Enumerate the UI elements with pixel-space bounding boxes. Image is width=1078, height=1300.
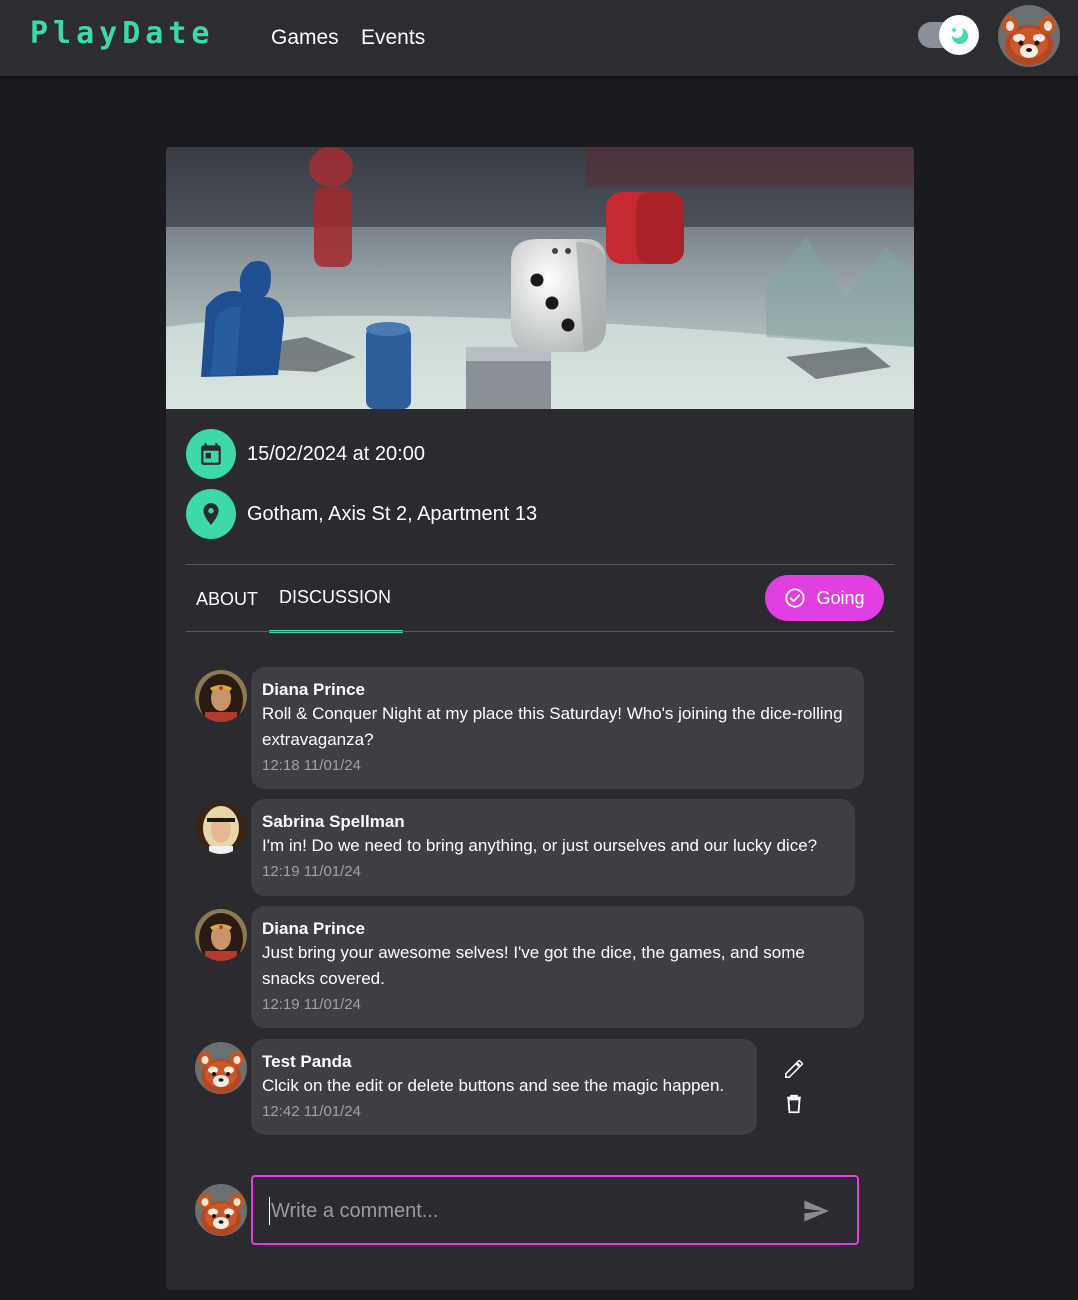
divider [186,631,894,632]
comment-input[interactable] [269,1197,769,1225]
location-pin-icon [186,489,236,539]
comment-author: Test Panda [262,1052,352,1071]
event-date-row: 15/02/2024 at 20:00 [186,429,425,479]
calendar-icon [186,429,236,479]
comment-bubble: Diana Prince Roll & Conquer Night at my … [251,667,864,789]
event-hero-image [166,147,914,409]
comment-text: I'm in! Do we need to bring anything, or… [262,836,818,855]
current-user-avatar [195,1184,247,1236]
comment-compose-box [251,1175,859,1245]
divider [186,564,894,565]
commenter-avatar [195,1042,247,1094]
nav-link-games[interactable]: Games [271,26,339,50]
comment-timestamp: 12:42 11/01/24 [262,1103,361,1120]
comment-author: Diana Prince [262,919,365,938]
comment-text: Just bring your awesome selves! I've got… [262,943,805,988]
comment-timestamp: 12:19 11/01/24 [262,996,361,1013]
moon-icon [951,26,968,44]
tab-discussion[interactable]: DISCUSSION [279,587,391,608]
comment-timestamp: 12:18 11/01/24 [262,757,361,774]
comment-author: Diana Prince [262,680,365,699]
comment-text: Clcik on the edit or delete buttons and … [262,1076,725,1095]
comment-bubble: Diana Prince Just bring your awesome sel… [251,906,864,1028]
event-location-row: Gotham, Axis St 2, Apartment 13 [186,489,537,539]
event-date: 15/02/2024 at 20:00 [247,442,425,465]
nav-link-events[interactable]: Events [361,26,425,50]
theme-toggle-button[interactable] [939,15,979,55]
event-location: Gotham, Axis St 2, Apartment 13 [247,502,538,525]
comment-text: Roll & Conquer Night at my place this Sa… [262,704,843,749]
commenter-avatar [195,670,247,722]
tab-about[interactable]: ABOUT [196,589,258,610]
comment-timestamp: 12:19 11/01/24 [262,863,361,880]
navbar: PlayDate Games Events [0,0,1078,76]
event-card: 15/02/2024 at 20:00 Gotham, Axis St 2, A… [166,147,914,1290]
comment-bubble: Sabrina Spellman I'm in! Do we need to b… [251,799,855,896]
edit-comment-button[interactable] [783,1058,805,1080]
commenter-avatar [195,802,247,854]
comment-bubble: Test Panda Clcik on the edit or delete b… [251,1039,757,1135]
going-label: Going [816,587,865,608]
commenter-avatar [195,909,247,961]
delete-comment-button[interactable] [783,1093,805,1115]
comment-author: Sabrina Spellman [262,812,405,831]
app-logo[interactable]: PlayDate [30,16,215,51]
user-avatar[interactable] [998,5,1060,67]
send-button[interactable] [801,1197,831,1225]
going-button[interactable]: Going [765,575,884,621]
check-circle-icon [785,588,806,608]
